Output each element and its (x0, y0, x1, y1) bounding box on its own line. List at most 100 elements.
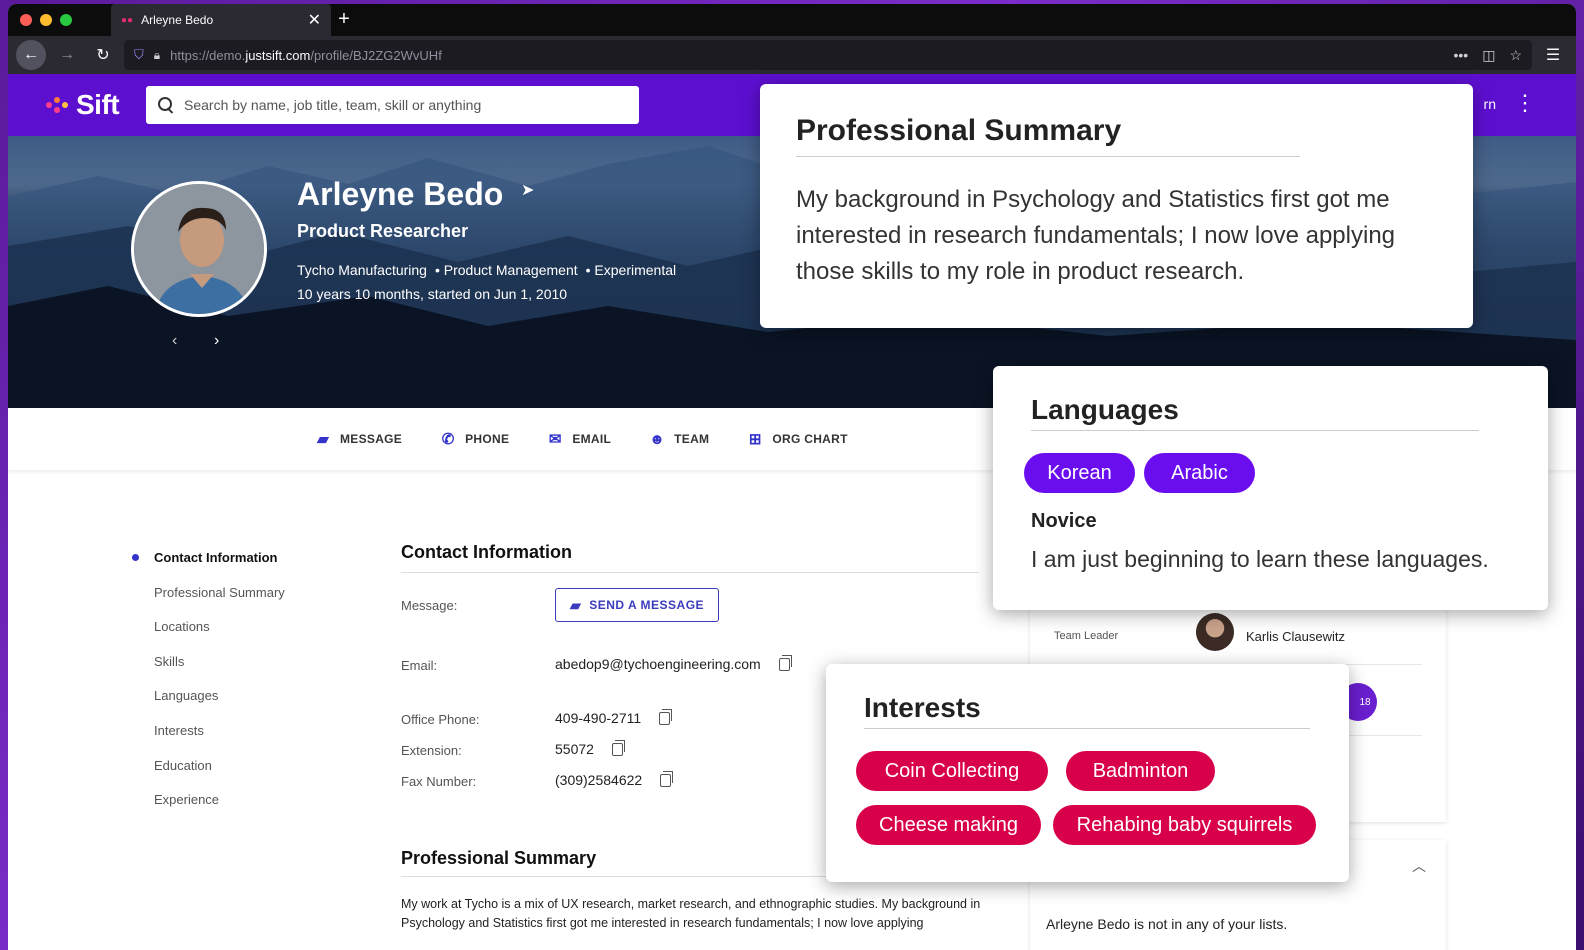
copy-icon[interactable] (659, 708, 673, 725)
nav-skills[interactable]: Skills (132, 654, 285, 689)
profile-job-title: Product Researcher (297, 221, 469, 241)
message-icon: ▰ (569, 596, 582, 613)
profile-photo[interactable] (131, 181, 267, 317)
popout-summary-text: My background in Psychology and Statisti… (796, 186, 1396, 285)
message-label: Message: (401, 598, 458, 613)
browser-tab[interactable]: ●● Arleyne Bedo ✕ (111, 4, 331, 36)
nav-contact-information[interactable]: Contact Information (132, 550, 285, 585)
team-action-button[interactable]: ☻ TEAM (649, 431, 709, 448)
sift-favicon-icon: ●● (121, 14, 134, 26)
tab-close-icon[interactable]: ✕ (308, 10, 321, 30)
nav-experience[interactable]: Experience (132, 792, 285, 827)
url-bar[interactable]: ⛉ 🔒︎ https://demo.justsift.com/profile/B… (124, 40, 1532, 70)
person-avatar-icon (134, 184, 264, 314)
nav-education[interactable]: Education (132, 758, 285, 793)
profile-org-meta: Tycho Manufacturing • Product Management… (297, 262, 676, 278)
fax-label: Fax Number: (401, 774, 477, 789)
search-icon (158, 97, 174, 113)
chevron-up-icon[interactable]: ︿ (1412, 856, 1426, 876)
summary-section-title: Professional Summary (401, 848, 597, 868)
phone-icon: ✆ (441, 431, 455, 448)
language-chip[interactable]: Korean (1024, 453, 1135, 493)
languages-popout: Languages Korean Arabic Novice I am just… (993, 366, 1548, 610)
office-phone-label: Office Phone: (401, 712, 480, 727)
extension-label: Extension: (401, 743, 462, 758)
contact-section-title: Contact Information (401, 542, 572, 562)
profile-tenure: 10 years 10 months, started on Jun 1, 20… (297, 286, 568, 302)
email-label: Email: (401, 658, 438, 673)
office-phone-row: 409-490-2711 (555, 708, 673, 726)
interest-chip[interactable]: Rehabing baby squirrels (1053, 805, 1316, 845)
shield-icon[interactable]: ⛉ (134, 47, 144, 63)
maximize-window-button[interactable] (60, 14, 72, 26)
org-chart-icon: ⊞ (748, 431, 762, 448)
interest-chip[interactable]: Coin Collecting (856, 751, 1048, 791)
phone-action-button[interactable]: ✆ PHONE (440, 430, 509, 448)
new-tab-button[interactable]: + (333, 8, 355, 31)
nav-locations[interactable]: Locations (132, 619, 285, 654)
group-link[interactable]: • Experimental (586, 262, 677, 278)
team-leader-avatar[interactable] (1196, 613, 1234, 651)
team-icon: ☻ (649, 430, 666, 448)
email-value[interactable]: abedop9@tychoengineering.com (555, 656, 761, 672)
search-placeholder: Search by name, job title, team, skill o… (184, 97, 482, 113)
search-input[interactable]: Search by name, job title, team, skill o… (146, 86, 639, 124)
message-icon: ▰ (317, 431, 329, 448)
copy-icon[interactable] (660, 770, 674, 787)
professional-summary-popout: Professional Summary My background in Ps… (760, 84, 1473, 328)
email-action-button[interactable]: ✉ EMAIL (547, 430, 611, 448)
interest-chip[interactable]: Cheese making (856, 805, 1041, 845)
hamburger-menu-icon[interactable]: ☰ (1538, 45, 1568, 65)
header-link-partial[interactable]: rn (1484, 96, 1496, 112)
fax-value: (309)2584622 (555, 772, 643, 788)
sift-logo[interactable]: Sift (46, 89, 120, 121)
org-chart-action-button[interactable]: ⊞ ORG CHART (747, 430, 848, 448)
send-message-button[interactable]: ▰ SEND A MESSAGE (555, 588, 719, 622)
language-chip[interactable]: Arabic (1144, 453, 1255, 493)
more-actions-icon[interactable]: ••• (1453, 47, 1468, 64)
tab-title: Arleyne Bedo (141, 13, 214, 27)
lock-icon[interactable]: 🔒︎ (154, 48, 160, 63)
team-leader-name[interactable]: Karlis Clausewitz (1246, 629, 1345, 644)
url-text: https://demo.justsift.com/profile/BJ2ZG2… (170, 47, 442, 63)
extension-value: 55072 (555, 741, 594, 757)
team-leader-label: Team Leader (1054, 630, 1119, 642)
minimize-window-button[interactable] (40, 14, 52, 26)
extension-row: 55072 (555, 739, 625, 757)
more-vertical-icon[interactable]: ⋮ (1514, 92, 1536, 114)
section-nav: Contact Information Professional Summary… (132, 550, 285, 827)
profile-name: Arleyne Bedo (297, 176, 504, 212)
office-phone-value[interactable]: 409-490-2711 (555, 710, 641, 726)
divider (1031, 430, 1479, 431)
close-window-button[interactable] (20, 14, 32, 26)
pocket-icon[interactable]: ◫ (1482, 47, 1495, 64)
tab-bar: ●● Arleyne Bedo ✕ + (8, 4, 1576, 36)
chevron-right-icon[interactable]: › (214, 332, 219, 350)
nav-professional-summary[interactable]: Professional Summary (132, 585, 285, 620)
company-link[interactable]: Tycho Manufacturing (297, 262, 427, 278)
copy-icon[interactable] (778, 654, 792, 671)
interest-chip[interactable]: Badminton (1066, 751, 1215, 791)
popout-title: Interests (864, 692, 981, 723)
chevron-left-icon[interactable]: ‹ (172, 332, 177, 350)
message-action-button[interactable]: ▰ MESSAGE (315, 430, 402, 448)
forward-button[interactable]: → (52, 40, 82, 70)
mouse-cursor-icon: ➤ (521, 182, 535, 199)
back-button[interactable]: ← (16, 40, 46, 70)
window-controls (20, 14, 72, 26)
copy-icon[interactable] (611, 739, 625, 756)
email-value-row: abedop9@tychoengineering.com (555, 654, 792, 672)
popout-title: Languages (1031, 394, 1179, 425)
nav-languages[interactable]: Languages (132, 688, 285, 723)
reload-button[interactable]: ↻ (88, 40, 118, 70)
bookmark-star-icon[interactable]: ☆ (1509, 47, 1522, 64)
browser-window: ●● Arleyne Bedo ✕ + ← → ↻ ⛉ 🔒︎ https://d… (8, 4, 1576, 950)
logo-dots-icon (46, 95, 74, 115)
divider (401, 572, 979, 573)
navigation-bar: ← → ↻ ⛉ 🔒︎ https://demo.justsift.com/pro… (8, 36, 1576, 74)
department-link[interactable]: • Product Management (435, 262, 578, 278)
nav-interests[interactable]: Interests (132, 723, 285, 758)
interests-popout: Interests Coin Collecting Badminton Chee… (826, 664, 1349, 882)
email-icon: ✉ (548, 431, 562, 448)
summary-paragraph: My work at Tycho is a mix of UX research… (401, 897, 981, 930)
